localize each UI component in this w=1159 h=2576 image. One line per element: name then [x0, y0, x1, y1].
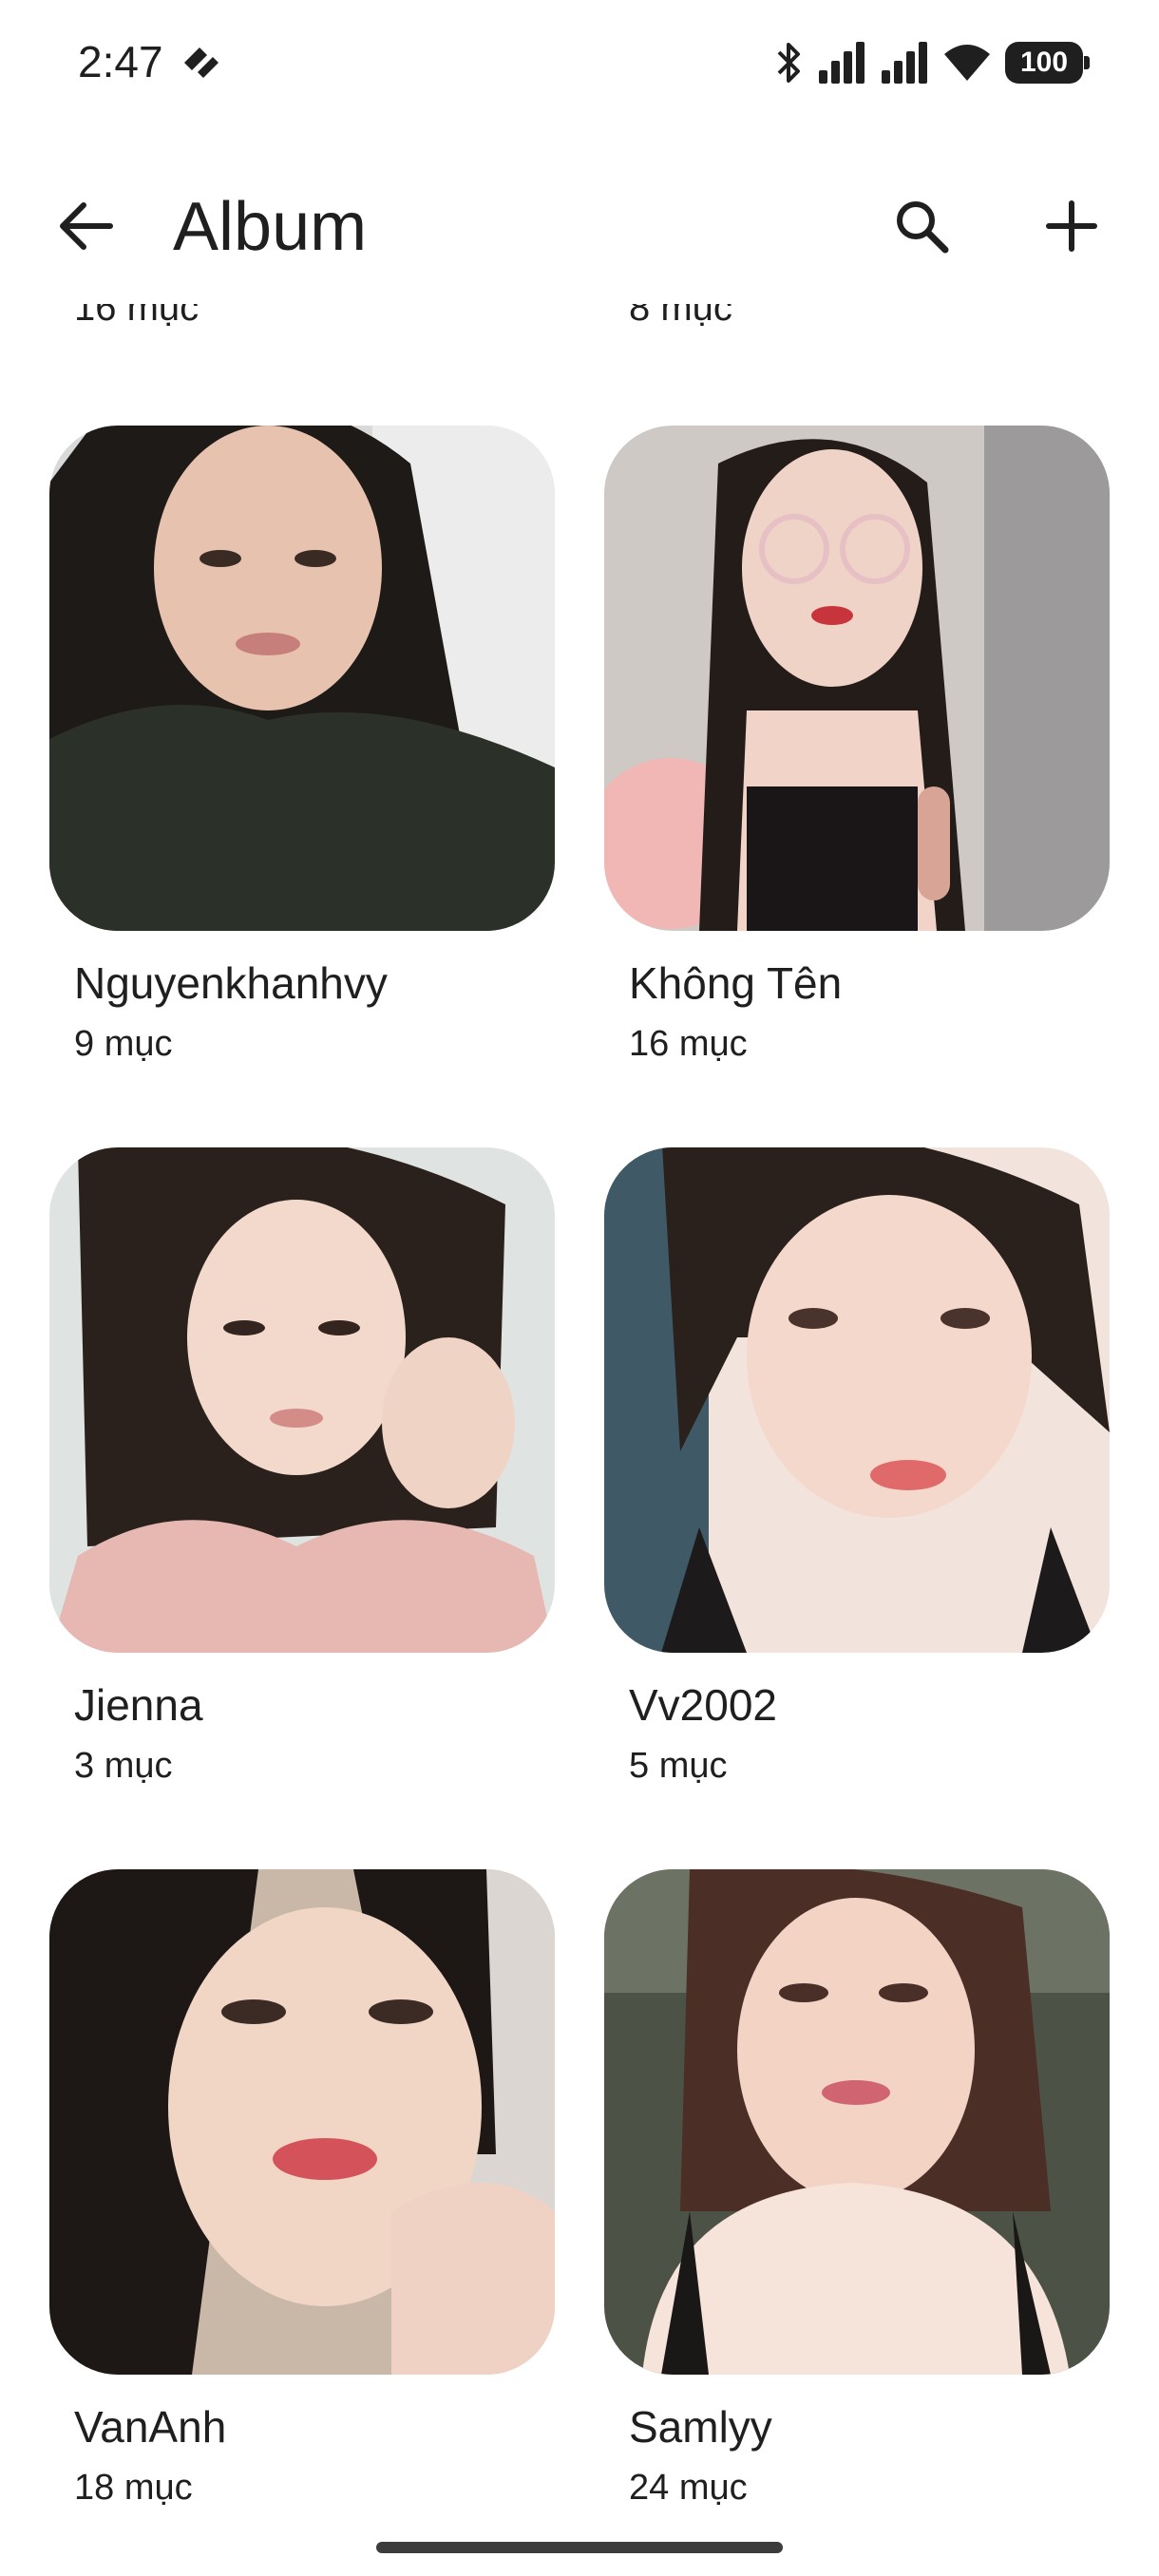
plus-icon: [1045, 199, 1098, 257]
album-count: 9 mục: [74, 1024, 173, 1064]
app-bar: Album: [0, 152, 1159, 304]
back-button[interactable]: [48, 190, 124, 266]
album-count: 24 mục: [629, 2468, 748, 2508]
bluetooth-icon: [775, 41, 804, 85]
album-count: 8 mục: [629, 304, 732, 329]
search-button[interactable]: [884, 190, 960, 266]
album-name: VanAnh: [74, 2402, 227, 2452]
album-name: Nguyenkhanhvy: [74, 958, 388, 1008]
album-card[interactable]: Nguyenkhanhvy 9 mục: [49, 426, 555, 1065]
partial-album-row: 16 mục 8 mục: [0, 304, 1159, 344]
album-cover-image: [604, 426, 1110, 931]
arrow-left-icon: [57, 199, 114, 257]
add-album-button[interactable]: [1034, 190, 1110, 266]
album-cover-image: [604, 1869, 1110, 2375]
album-count: 16 mục: [629, 1024, 748, 1064]
album-cover-image: [49, 426, 555, 931]
status-bar: 2:47 100: [0, 0, 1159, 128]
album-count: 3 mục: [74, 1746, 173, 1786]
gesture-navigation-bar[interactable]: [376, 2542, 783, 2553]
album-card[interactable]: Không Tên 16 mục: [604, 426, 1110, 1065]
album-name: Không Tên: [629, 958, 843, 1008]
album-name: Samlyy: [629, 2402, 772, 2452]
pinwheel-icon: [180, 44, 220, 82]
album-name: Vv2002: [629, 1680, 778, 1730]
signal-icon: [880, 42, 929, 84]
album-name: Jienna: [74, 1680, 203, 1730]
album-count: 18 mục: [74, 2468, 193, 2508]
album-cover-image: [49, 1147, 555, 1653]
battery-icon: 100: [1005, 42, 1090, 84]
album-card[interactable]: Vv2002 5 mục: [604, 1147, 1110, 1787]
album-card[interactable]: VanAnh 18 mục: [49, 1869, 555, 2509]
status-icons: 100: [775, 38, 1090, 87]
search-icon: [893, 198, 950, 259]
album-cover-image: [604, 1147, 1110, 1653]
album-card[interactable]: Jienna 3 mục: [49, 1147, 555, 1787]
wifi-icon: [942, 43, 992, 83]
album-card[interactable]: Samlyy 24 mục: [604, 1869, 1110, 2509]
status-time: 2:47: [78, 37, 163, 86]
page-title: Album: [173, 189, 368, 265]
album-count: 5 mục: [629, 1746, 728, 1786]
signal-icon: [817, 42, 866, 84]
album-cover-image: [49, 1869, 555, 2375]
album-count: 16 mục: [74, 304, 200, 329]
